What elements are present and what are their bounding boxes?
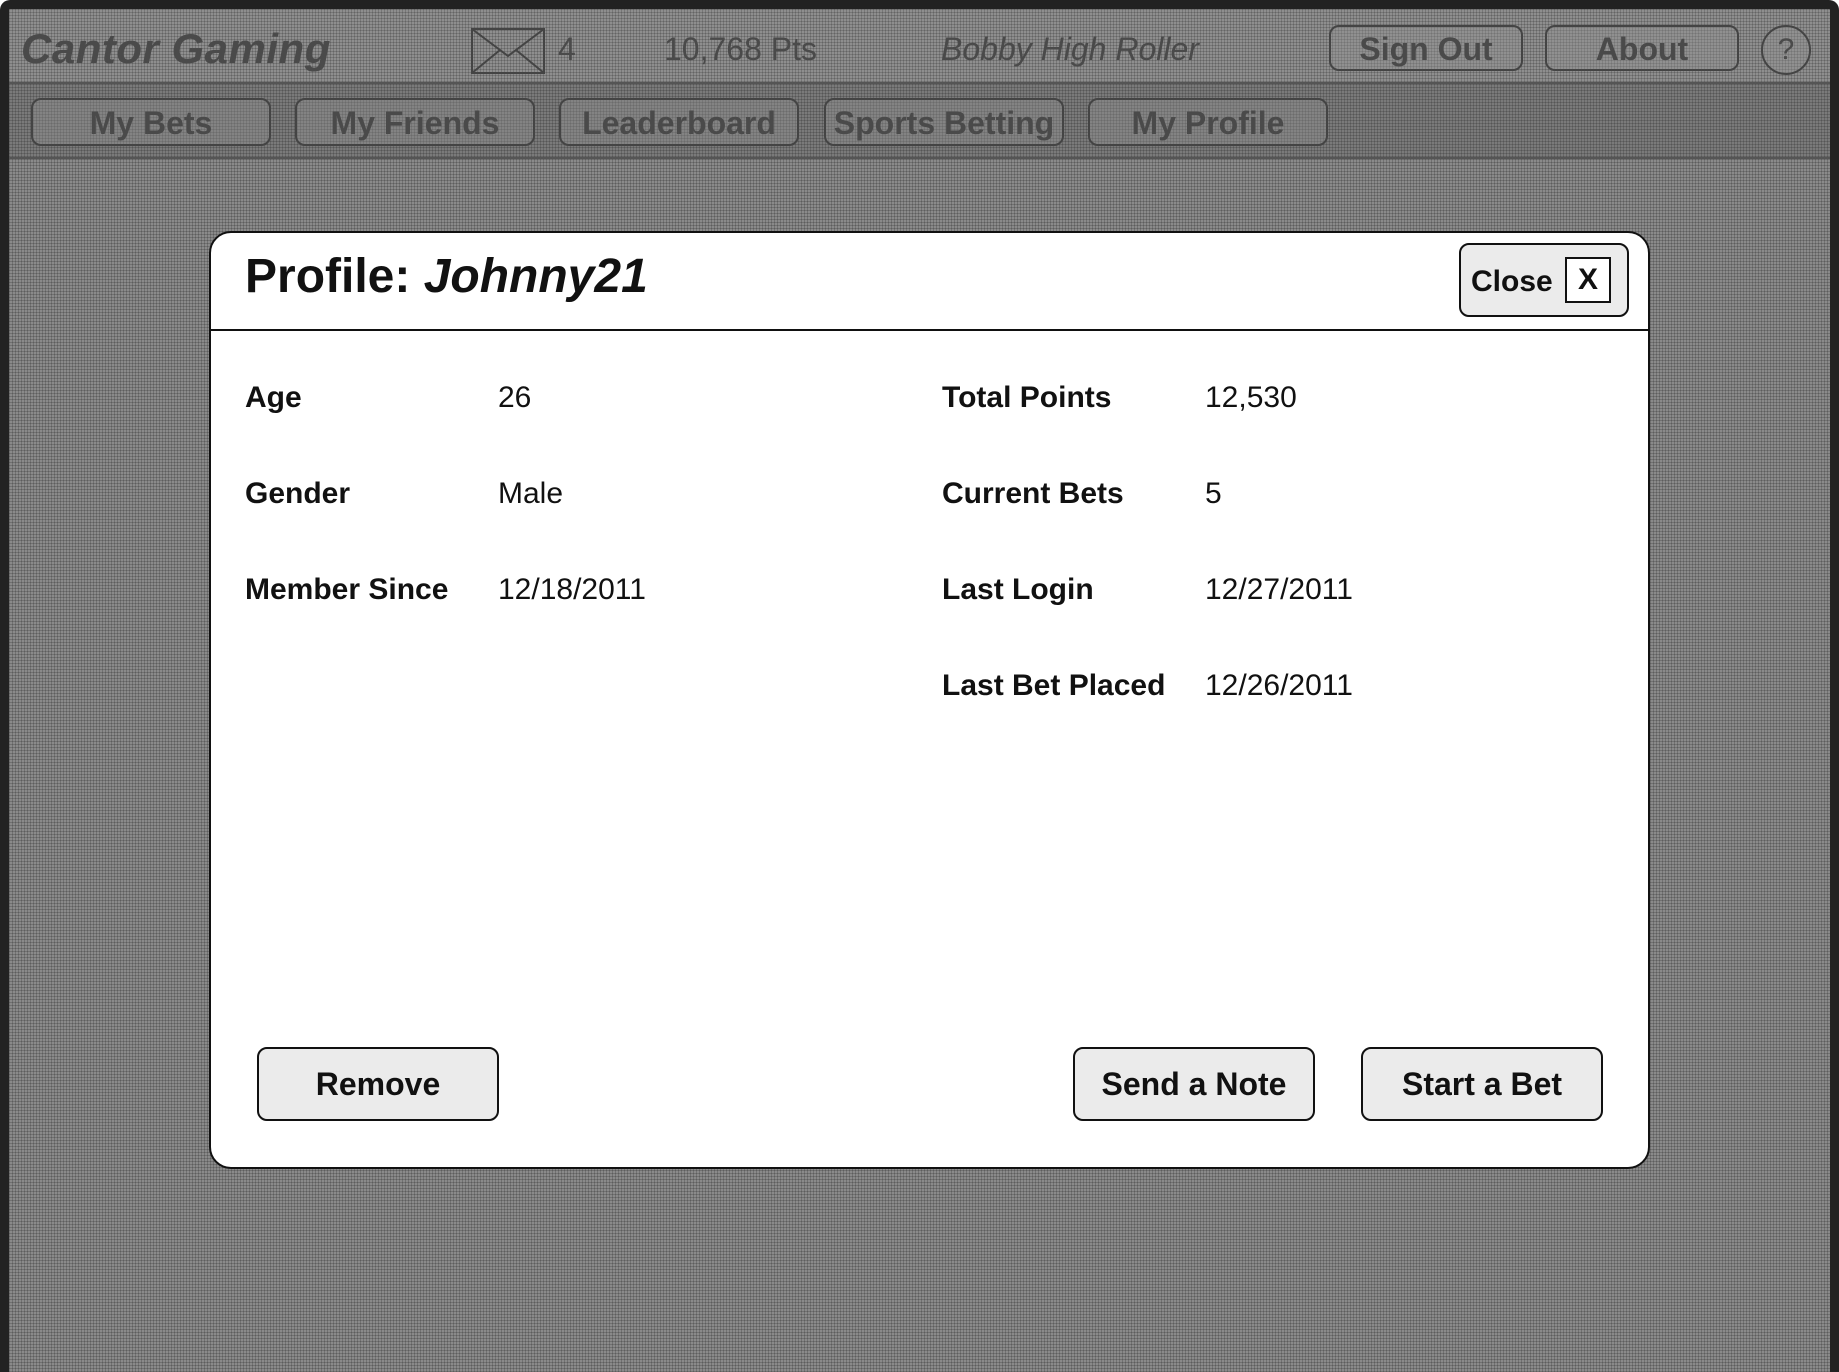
points-balance: 10,768 Pts [664, 31, 817, 67]
member-since-label: Member Since [245, 573, 449, 606]
profile-username: Johnny21 [423, 250, 648, 303]
last-login-value: 12/27/2011 [1205, 573, 1353, 606]
age-label: Age [245, 381, 302, 414]
nav-sports-betting[interactable]: Sports Betting [824, 98, 1064, 146]
current-bets-label: Current Bets [942, 477, 1124, 510]
last-bet-placed-label: Last Bet Placed [942, 669, 1166, 702]
start-bet-button[interactable]: Start a Bet [1361, 1047, 1603, 1121]
age-value: 26 [498, 381, 532, 414]
app-title: Cantor Gaming [21, 25, 331, 72]
top-bar: Cantor Gaming 4 10,768 Pts Bobby High Ro… [9, 9, 1830, 84]
close-icon[interactable]: X [1565, 257, 1611, 303]
last-bet-placed-value: 12/26/2011 [1205, 669, 1353, 702]
nav-my-profile[interactable]: My Profile [1088, 98, 1328, 146]
user-name: Bobby High Roller [941, 31, 1199, 67]
close-label: Close [1471, 265, 1553, 298]
about-button[interactable]: About [1545, 25, 1739, 71]
profile-dialog: Profile: Johnny21 Close X Age 26 Gender … [209, 231, 1650, 1169]
help-icon[interactable]: ? [1761, 25, 1811, 75]
gender-value: Male [498, 477, 564, 510]
nav-leaderboard[interactable]: Leaderboard [559, 98, 799, 146]
dialog-header: Profile: Johnny21 Close X [211, 233, 1648, 331]
remove-friend-button[interactable]: Remove [257, 1047, 499, 1121]
envelope-icon[interactable] [471, 28, 545, 74]
total-points-label: Total Points [942, 381, 1112, 414]
unread-mail-count: 4 [558, 31, 576, 67]
sign-out-button[interactable]: Sign Out [1329, 25, 1523, 71]
nav-my-bets[interactable]: My Bets [31, 98, 271, 146]
app-window: Cantor Gaming 4 10,768 Pts Bobby High Ro… [0, 0, 1839, 1372]
last-login-label: Last Login [942, 573, 1094, 606]
member-since-value: 12/18/2011 [498, 573, 646, 606]
dialog-title: Profile: Johnny21 [245, 249, 648, 304]
main-nav: My Bets My Friends Leaderboard Sports Be… [9, 84, 1830, 159]
close-button[interactable]: Close X [1459, 243, 1629, 317]
title-prefix: Profile: [245, 250, 411, 303]
total-points-value: 12,530 [1205, 381, 1297, 414]
send-note-button[interactable]: Send a Note [1073, 1047, 1315, 1121]
gender-label: Gender [245, 477, 351, 510]
nav-my-friends[interactable]: My Friends [295, 98, 535, 146]
current-bets-value: 5 [1205, 477, 1222, 510]
